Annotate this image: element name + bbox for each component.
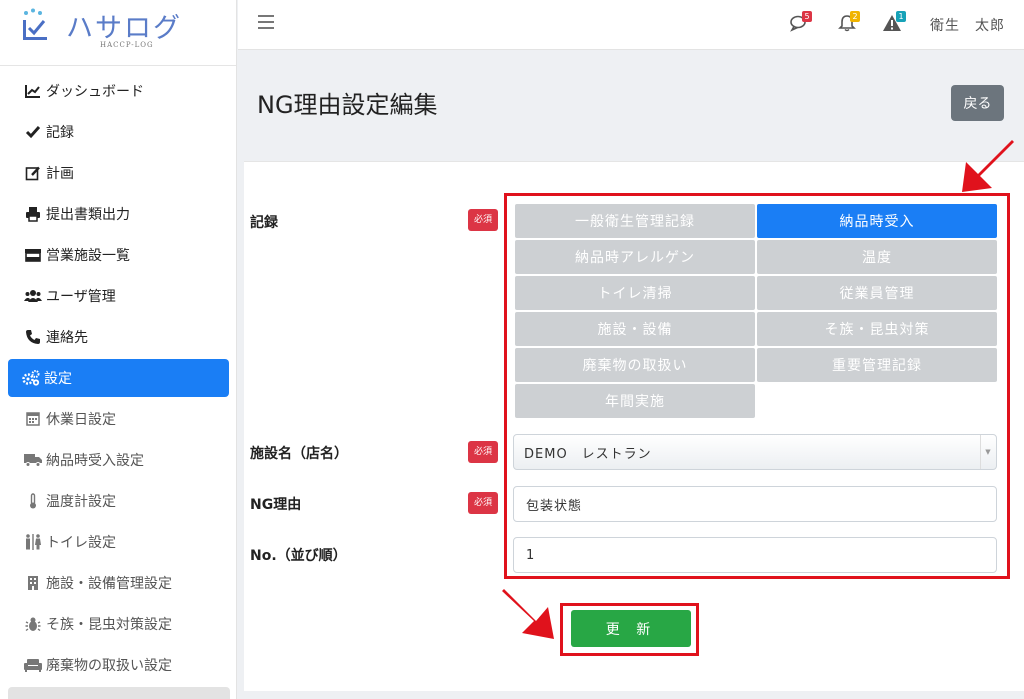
sidebar-item-holiday-settings[interactable]: 休業日設定 — [0, 398, 236, 439]
truck-icon — [24, 451, 42, 469]
sidebar-item-label: 設定 — [44, 371, 72, 387]
topbar: 5 2 1 衛生 太郎 — [238, 0, 1024, 50]
sidebar-item-pest-settings[interactable]: そ族・昆虫対策設定 — [0, 603, 236, 644]
category-delivery-receipt[interactable]: 納品時受入 — [757, 204, 997, 238]
sidebar-item-label: 納品時受入設定 — [46, 452, 144, 469]
thermometer-icon — [24, 492, 42, 510]
messages-badge: 5 — [802, 11, 812, 22]
sidebar-item-label: 提出書類出力 — [46, 206, 130, 223]
sidebar-item-users[interactable]: ユーザ管理 — [0, 275, 236, 316]
chart-line-icon — [24, 82, 42, 100]
sidebar-item-label: 施設・設備管理設定 — [46, 575, 172, 592]
notifications-badge: 2 — [850, 11, 860, 22]
store-icon — [24, 246, 42, 264]
category-temperature[interactable]: 温度 — [757, 240, 997, 274]
sidebar-item-settings[interactable]: 設定 — [8, 359, 229, 397]
sidebar-item-label: ダッシュボード — [46, 83, 144, 100]
sidebar-nav: ダッシュボード 記録 計画 提出書類出力 営業施設一覧 ユーザ管理 連絡先 設定… — [0, 70, 236, 685]
update-button[interactable]: 更 新 — [571, 610, 691, 647]
sidebar-item-label: 温度計設定 — [46, 493, 116, 510]
ng-reason-input[interactable] — [513, 486, 997, 522]
sidebar-item-label: 営業施設一覧 — [46, 247, 130, 264]
category-employee-management[interactable]: 従業員管理 — [757, 276, 997, 310]
logo-check-icon — [23, 8, 47, 40]
sidebar-item-equipment-settings[interactable]: 施設・設備管理設定 — [0, 562, 236, 603]
category-critical-control[interactable]: 重要管理記録 — [757, 348, 997, 382]
sidebar-item-next[interactable] — [8, 687, 230, 699]
building-icon — [24, 574, 42, 592]
logo[interactable]: ハサログ HACCP-LOG — [0, 0, 236, 66]
sidebar-item-label: そ族・昆虫対策設定 — [46, 616, 172, 633]
sidebar: ハサログ HACCP-LOG ダッシュボード 記録 計画 提出書類出力 営業施設… — [0, 0, 237, 699]
sidebar-item-label: 廃棄物の取扱い設定 — [46, 657, 172, 674]
logo-text: ハサログ — [66, 13, 182, 44]
sidebar-item-delivery-settings[interactable]: 納品時受入設定 — [0, 439, 236, 480]
calendar-icon — [24, 410, 42, 428]
arrow-annotation-icon — [962, 140, 1014, 192]
category-delivery-allergen[interactable]: 納品時アレルゲン — [515, 240, 755, 274]
required-badge: 必須 — [468, 209, 498, 231]
category-pest-control[interactable]: そ族・昆虫対策 — [757, 312, 997, 346]
edit-icon — [24, 164, 42, 182]
sidebar-item-label: 休業日設定 — [46, 411, 116, 428]
sidebar-item-label: 記録 — [46, 124, 74, 141]
messages-icon[interactable]: 5 — [790, 11, 812, 34]
sidebar-item-record[interactable]: 記録 — [0, 111, 236, 152]
page-title: NG理由設定編集 — [257, 91, 438, 119]
category-facility-equipment[interactable]: 施設・設備 — [515, 312, 755, 346]
category-general-hygiene[interactable]: 一般衛生管理記録 — [515, 204, 755, 238]
category-annual[interactable]: 年間実施 — [515, 384, 755, 418]
users-icon — [24, 287, 42, 305]
record-label: 記録 — [250, 215, 278, 231]
sidebar-item-label: トイレ設定 — [46, 534, 116, 551]
facility-select-value: DEMO レストラン — [524, 446, 652, 462]
sidebar-item-thermometer-settings[interactable]: 温度計設定 — [0, 480, 236, 521]
alerts-badge: 1 — [896, 11, 906, 22]
sidebar-item-contacts[interactable]: 連絡先 — [0, 316, 236, 357]
back-button[interactable]: 戻る — [951, 85, 1004, 121]
facility-label: 施設名（店名） — [250, 446, 348, 462]
restroom-icon — [24, 533, 42, 551]
required-badge: 必須 — [468, 441, 498, 463]
bug-icon — [24, 615, 42, 633]
bell-icon[interactable]: 2 — [838, 11, 860, 34]
arrow-annotation-icon — [502, 589, 554, 639]
sidebar-item-plan[interactable]: 計画 — [0, 152, 236, 193]
couch-icon — [24, 656, 42, 674]
check-icon — [24, 123, 42, 141]
printer-icon — [24, 205, 42, 223]
sidebar-item-toilet-settings[interactable]: トイレ設定 — [0, 521, 236, 562]
sidebar-item-label: ユーザ管理 — [46, 288, 116, 305]
cogs-icon — [22, 369, 40, 387]
chevron-down-icon: ▼ — [980, 435, 996, 469]
sidebar-item-label: 連絡先 — [46, 329, 88, 346]
category-toilet-cleaning[interactable]: トイレ清掃 — [515, 276, 755, 310]
order-input[interactable] — [513, 537, 997, 573]
facility-select[interactable]: DEMO レストラン ▼ — [513, 434, 997, 470]
sidebar-item-dashboard[interactable]: ダッシュボード — [0, 70, 236, 111]
order-label: No.（並び順） — [250, 548, 347, 564]
sidebar-item-label: 計画 — [46, 165, 74, 182]
required-badge: 必須 — [468, 492, 498, 514]
logo-subtitle: HACCP-LOG — [100, 41, 154, 49]
ng-reason-label: NG理由 — [250, 497, 302, 513]
menu-toggle-icon[interactable] — [258, 15, 274, 31]
phone-icon — [24, 328, 42, 346]
category-waste-handling[interactable]: 廃棄物の取扱い — [515, 348, 755, 382]
sidebar-item-print[interactable]: 提出書類出力 — [0, 193, 236, 234]
sidebar-item-waste-settings[interactable]: 廃棄物の取扱い設定 — [0, 644, 236, 685]
user-name[interactable]: 衛生 太郎 — [930, 15, 1005, 35]
alert-triangle-icon[interactable]: 1 — [882, 11, 906, 34]
sidebar-item-facilities[interactable]: 営業施設一覧 — [0, 234, 236, 275]
